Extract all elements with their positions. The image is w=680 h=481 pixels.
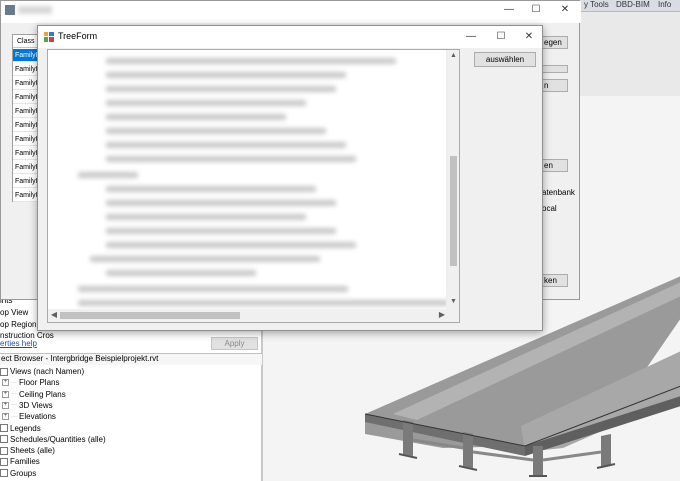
grid-row[interactable]: FamilyIn (13, 133, 40, 146)
scroll-thumb[interactable] (450, 156, 457, 266)
ribbon-tab-dbd-bim[interactable]: DBD-BIM (616, 0, 650, 9)
families-icon (0, 457, 8, 466)
sheets-icon (0, 446, 8, 455)
grid-row[interactable]: FamilyIn (13, 147, 40, 160)
tree-item-label: Schedules/Quantities (alle) (10, 434, 106, 444)
grid-row[interactable]: FamilyIn (13, 49, 40, 62)
scroll-up-icon[interactable]: ▲ (447, 52, 459, 62)
tree-connector: ··· (11, 402, 17, 409)
form-button[interactable]: egen (542, 36, 568, 49)
tree-connector: ··· (11, 413, 17, 420)
views-icon (0, 367, 8, 376)
groups-icon (0, 469, 8, 478)
browser-tree-item[interactable]: + ··· Elevations (2, 411, 56, 422)
legends-icon (0, 424, 8, 432)
blurred-tree-content (48, 50, 448, 310)
expand-icon[interactable]: + (2, 379, 9, 387)
select-button[interactable]: auswählen (474, 52, 536, 67)
scroll-right-icon[interactable]: ▶ (437, 310, 447, 320)
project-browser-title: ect Browser - Intergbridge Beispielproje… (0, 353, 262, 365)
properties-row[interactable]: op View (0, 308, 28, 319)
dialog-title: TreeForm (58, 31, 98, 41)
vertical-scrollbar[interactable]: ▲ ▼ (446, 50, 459, 310)
tree-item-label: Elevations (19, 412, 56, 422)
tree-item-label: Legends (10, 423, 41, 433)
class-grid[interactable]: Class FamilyIn FamilyIn FamilyIn FamilyIn Fa… (12, 34, 40, 202)
browser-tree-item[interactable]: Schedules/Quantities (alle) (0, 434, 106, 445)
treeform-dialog: TreeForm — ☐ ✕ ▲ ▼ ◀ ▶ auswählen (37, 25, 543, 331)
grid-row[interactable]: FamilyIn (13, 189, 40, 202)
grid-row[interactable]: FamilyIn (13, 119, 40, 132)
redacted-title (18, 6, 52, 14)
grid-row[interactable]: FamilyIn (13, 105, 40, 118)
form-button[interactable]: n (542, 79, 568, 92)
grid-row[interactable]: FamilyIn (13, 63, 40, 76)
tree-item-label: Views (nach Namen) (10, 367, 85, 376)
form-label: atenbank (542, 188, 575, 197)
browser-tree-item[interactable]: + ··· Floor Plans (2, 377, 59, 388)
grid-row[interactable]: FamilyIn (13, 161, 40, 174)
tree-item-label: Groups (10, 468, 37, 478)
browser-tree-item[interactable]: Families (0, 456, 40, 467)
scroll-thumb[interactable] (60, 312, 240, 319)
tree-item-label: Floor Plans (19, 378, 60, 388)
ribbon-tab-tools[interactable]: y Tools (584, 0, 609, 9)
tree-view[interactable]: ▲ ▼ ◀ ▶ (47, 49, 460, 323)
browser-tree-item[interactable]: Sheets (alle) (0, 445, 55, 456)
properties-help-link[interactable]: erties help (0, 339, 37, 350)
maximize-button[interactable]: ☐ (528, 3, 544, 17)
minimize-button[interactable]: — (501, 3, 517, 17)
ribbon-tabs: y Tools DBD-BIM Info (580, 0, 680, 12)
tree-item-label: Ceiling Plans (19, 389, 66, 399)
schedules-icon (0, 435, 8, 444)
treeform-titlebar[interactable]: TreeForm — ☐ ✕ (38, 26, 542, 48)
form-icon (44, 32, 54, 42)
expand-icon[interactable]: + (2, 401, 9, 409)
grid-row[interactable]: FamilyIn (13, 175, 40, 188)
expand-icon[interactable]: + (2, 413, 9, 421)
expand-icon[interactable]: + (2, 390, 9, 398)
horizontal-scrollbar[interactable]: ◀ ▶ (48, 309, 459, 322)
grid-column-header[interactable]: Class (13, 35, 40, 48)
form-field[interactable] (542, 65, 568, 73)
close-button[interactable]: ✕ (557, 3, 573, 17)
browser-tree-item[interactable]: Legends (0, 423, 41, 434)
background-form-titlebar[interactable]: — ☐ ✕ (1, 1, 581, 23)
browser-tree-item[interactable]: Groups (0, 468, 36, 479)
browser-tree-item[interactable]: + ··· 3D Views (2, 400, 53, 411)
close-button[interactable]: ✕ (521, 30, 537, 44)
apply-button[interactable]: Apply (211, 337, 258, 350)
form-button[interactable]: ken (542, 274, 568, 287)
form-button[interactable]: en (542, 159, 568, 172)
ribbon-tab-info[interactable]: Info (658, 0, 671, 9)
tree-connector: ··· (11, 379, 17, 386)
tree-connector: ··· (11, 391, 17, 398)
scroll-down-icon[interactable]: ▼ (447, 298, 459, 308)
minimize-button[interactable]: — (463, 30, 479, 44)
grid-row[interactable]: FamilyIn (13, 91, 40, 104)
tree-item-label: Sheets (alle) (10, 446, 55, 456)
browser-tree-item[interactable]: Views (nach Namen) (0, 366, 84, 377)
grid-row[interactable]: FamilyIn (13, 77, 40, 90)
scroll-left-icon[interactable]: ◀ (49, 310, 59, 320)
app-icon (5, 5, 15, 15)
tree-item-label: 3D Views (19, 400, 53, 410)
browser-tree-item[interactable]: + ··· Ceiling Plans (2, 389, 66, 400)
tree-item-label: Families (10, 457, 40, 467)
maximize-button[interactable]: ☐ (493, 30, 509, 44)
form-label: ocal (542, 204, 557, 213)
